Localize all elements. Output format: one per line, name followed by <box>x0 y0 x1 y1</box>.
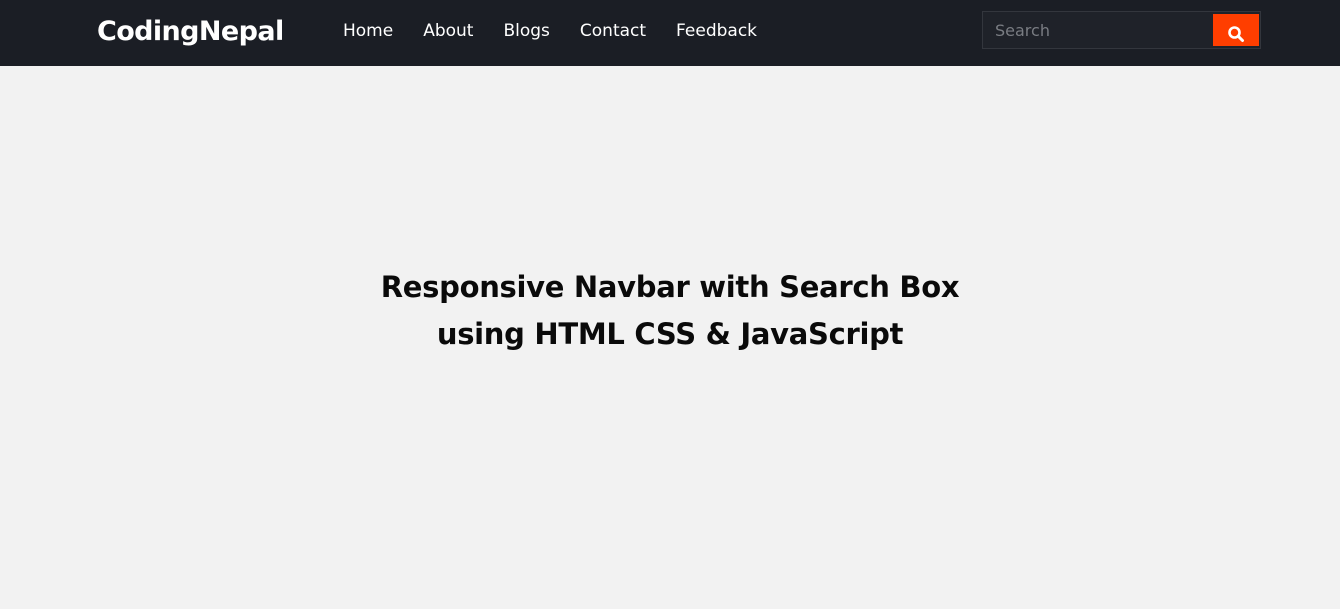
nav-item-blogs: Blogs <box>503 21 549 41</box>
nav-link-feedback[interactable]: Feedback <box>676 21 757 41</box>
nav-item-feedback: Feedback <box>676 21 757 41</box>
page-title-line-2: using HTML CSS & JavaScript <box>436 317 904 351</box>
nav-link-blogs[interactable]: Blogs <box>503 21 549 41</box>
nav-link-about[interactable]: About <box>423 21 473 41</box>
nav-item-contact: Contact <box>580 21 646 41</box>
page-title-line-1: Responsive Navbar with Search Box <box>380 270 960 304</box>
nav-link-home[interactable]: Home <box>343 21 393 41</box>
search-icon <box>1228 25 1244 42</box>
navbar: CodingNepal Home About Blogs Contact Fee… <box>0 0 1340 66</box>
nav-links: Home About Blogs Contact Feedback <box>343 0 787 62</box>
logo-link[interactable]: CodingNepal <box>97 0 284 64</box>
nav-item-home: Home <box>343 21 393 41</box>
search-box <box>982 11 1261 49</box>
nav-link-contact[interactable]: Contact <box>580 21 646 41</box>
search-button[interactable] <box>1213 14 1259 46</box>
nav-item-about: About <box>423 21 473 41</box>
search-input[interactable] <box>983 12 1212 48</box>
page-title: Responsive Navbar with Search Box using … <box>0 264 1340 358</box>
